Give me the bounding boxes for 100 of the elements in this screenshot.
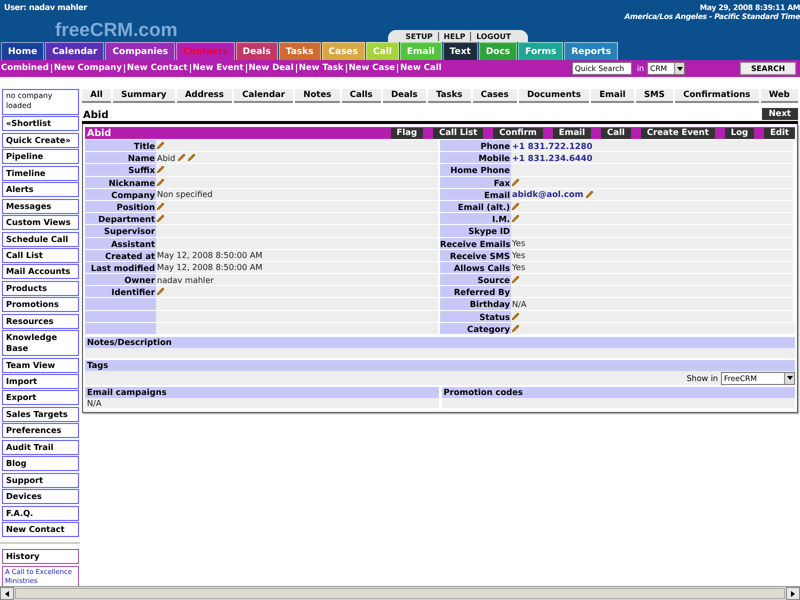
nav-tab[interactable]: Reports <box>564 42 618 60</box>
field-label: Created at <box>85 250 156 262</box>
record-title: Abid <box>83 110 108 121</box>
nav-tab[interactable]: Tasks <box>278 42 321 60</box>
sidebar-item[interactable]: Resources <box>2 314 79 329</box>
dropdown-arrow-icon[interactable] <box>786 376 792 380</box>
field-label: Allows Calls <box>440 262 511 274</box>
horizontal-scrollbar[interactable] <box>0 586 800 600</box>
sub-tab[interactable]: All <box>82 89 111 103</box>
nav-tab[interactable]: Companies <box>105 42 176 60</box>
sidebar-item[interactable]: «Shortlist <box>2 116 79 132</box>
scroll-left-icon[interactable] <box>5 590 9 596</box>
field-value: Yes <box>512 262 526 272</box>
quick-link[interactable]: New Case <box>346 64 398 73</box>
action-button[interactable]: Call <box>601 128 631 138</box>
quick-link[interactable]: New Deal <box>246 64 296 73</box>
action-button[interactable]: Flag <box>390 128 424 138</box>
nav-tab[interactable]: Home <box>1 42 44 60</box>
field-label: Birthday <box>440 298 511 311</box>
sub-tab[interactable]: SMS <box>636 89 673 103</box>
dropdown-arrow-icon[interactable] <box>676 66 683 70</box>
field-label: Home Phone <box>440 164 511 177</box>
field-label: Name <box>85 152 156 164</box>
field-label: Assistant <box>85 238 156 250</box>
action-button[interactable]: Edit <box>764 128 795 138</box>
field-label: Title <box>85 140 156 152</box>
nav-tab[interactable]: Calendar <box>45 42 104 60</box>
quick-link[interactable]: New Contact <box>124 64 190 73</box>
sub-tab[interactable]: Calls <box>342 89 381 103</box>
sub-tab[interactable]: Notes <box>295 89 340 103</box>
action-button[interactable]: Email <box>552 128 592 138</box>
sidebar-item[interactable]: Preferences <box>2 423 79 438</box>
sidebar-item[interactable]: Support <box>2 472 79 488</box>
nav-tab[interactable]: Deals <box>236 42 278 60</box>
quick-link[interactable]: Combined <box>1 64 51 73</box>
sub-tab[interactable]: Cases <box>472 89 517 103</box>
action-button[interactable]: Confirm <box>493 128 543 138</box>
sidebar-item[interactable]: Blog <box>2 456 79 472</box>
field-label: Suffix <box>85 164 156 177</box>
sidebar-item[interactable]: New Contact <box>2 522 79 537</box>
sub-tab[interactable]: Tasks <box>428 89 471 103</box>
sidebar-item[interactable]: Messages <box>2 198 79 214</box>
sidebar-item[interactable]: Promotions <box>2 297 79 312</box>
field-value: May 12, 2008 8:50:00 AM <box>157 250 262 260</box>
sidebar-item[interactable]: Export <box>2 390 79 406</box>
record-name: Abid <box>86 128 112 138</box>
sidebar-item[interactable]: Knowledge Base <box>2 330 79 356</box>
action-button[interactable]: Create Event <box>640 128 715 138</box>
field-value: Abid <box>157 152 176 163</box>
scroll-right-icon[interactable] <box>791 590 795 596</box>
sub-tab[interactable]: Address <box>176 89 232 103</box>
action-button[interactable]: Call List <box>433 128 484 138</box>
field-label: Receive Emails <box>440 238 511 250</box>
sidebar-item[interactable]: Audit Trail <box>2 440 79 455</box>
sidebar-item[interactable]: Schedule Call <box>2 232 79 246</box>
sub-tab[interactable]: Calendar <box>234 89 294 103</box>
sidebar-item[interactable]: Timeline <box>2 166 79 181</box>
field-label: Company <box>85 188 156 201</box>
field-link[interactable]: +1 831.234.6440 <box>512 152 592 163</box>
action-button[interactable]: Log <box>724 128 754 138</box>
sub-tab[interactable]: Deals <box>382 89 426 103</box>
field-label: Mobile <box>440 152 511 164</box>
quick-link[interactable]: New Task <box>296 64 346 73</box>
sidebar-item[interactable]: Import <box>2 374 79 389</box>
sidebar-item[interactable]: Custom Views <box>2 215 79 230</box>
quick-link[interactable]: New Call <box>397 64 444 73</box>
sidebar-item[interactable]: Devices <box>2 489 79 504</box>
sub-tab[interactable]: Email <box>591 89 634 103</box>
field-link[interactable]: +1 831.722.1280 <box>512 140 592 151</box>
sub-tab[interactable]: Confirmations <box>674 89 759 103</box>
field-label: Department <box>85 213 156 226</box>
field-value: May 12, 2008 8:50:00 AM <box>157 262 262 272</box>
sidebar-item[interactable]: Team View <box>2 358 79 373</box>
sidebar-item[interactable]: Sales Targets <box>2 406 79 422</box>
quick-link[interactable]: New Company <box>50 64 124 73</box>
sidebar-item[interactable]: Products <box>2 280 79 296</box>
sidebar-item[interactable]: Pipeline <box>2 149 79 164</box>
field-value: Yes <box>512 250 526 260</box>
field-label: Receive SMS <box>440 250 511 262</box>
field-label: Nickname <box>85 176 156 189</box>
sidebar-item[interactable]: Mail Accounts <box>2 264 79 280</box>
sidebar-item[interactable]: Quick Create» <box>2 132 79 148</box>
field-label: Owner <box>85 274 156 286</box>
sidebar-item[interactable]: Alerts <box>2 182 79 198</box>
field-label: Phone <box>440 140 511 152</box>
field-label: Source <box>440 274 511 286</box>
field-link[interactable]: abidk@aol.com <box>512 189 584 200</box>
next-button[interactable]: Next <box>762 108 798 120</box>
sub-tab[interactable]: Summary <box>112 89 175 103</box>
sidebar-item[interactable]: F.A.Q. <box>2 506 79 520</box>
campaigns-value: N/A <box>87 398 102 408</box>
sub-tab[interactable]: Documents <box>518 89 590 103</box>
section-header: Promotion codes <box>442 387 795 398</box>
field-label: Last modified <box>85 262 156 274</box>
sub-tab[interactable]: Web <box>760 89 798 103</box>
field-label: Email <box>440 188 511 201</box>
sidebar-item[interactable]: Call List <box>2 248 79 263</box>
field-label: Skype ID <box>440 225 511 238</box>
quick-link[interactable]: New Event <box>190 64 246 73</box>
nav-tab[interactable]: Text <box>442 42 478 60</box>
